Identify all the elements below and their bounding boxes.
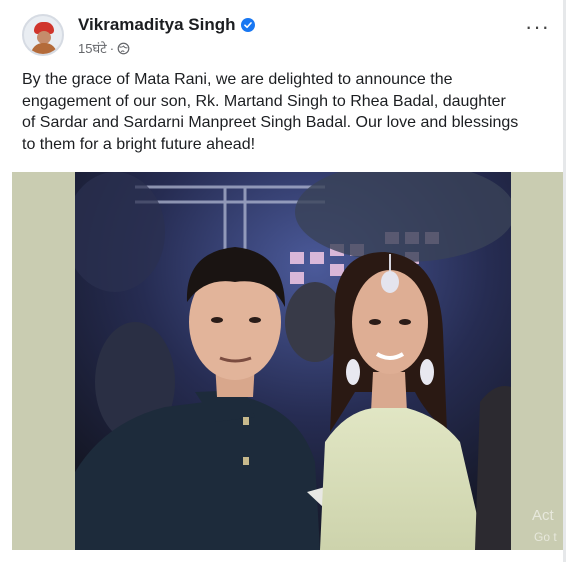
post-header: Vikramaditya Singh 15घंटे · ···	[20, 12, 550, 64]
facebook-post: Vikramaditya Singh 15घंटे · ··· By the g…	[0, 0, 566, 562]
post-photo[interactable]	[75, 172, 511, 550]
more-options-icon[interactable]: ···	[525, 16, 550, 38]
post-meta: 15घंटे ·	[78, 39, 130, 57]
author-avatar[interactable]	[22, 14, 64, 56]
post-time[interactable]: 15घंटे	[78, 39, 107, 57]
watermark-text-1: Act	[532, 507, 554, 524]
meta-separator: ·	[109, 40, 115, 56]
author-row: Vikramaditya Singh	[78, 15, 256, 35]
post-caption: By the grace of Mata Rani, we are deligh…	[22, 71, 519, 153]
verified-badge-icon	[241, 18, 256, 32]
avatar-body	[31, 43, 57, 54]
author-name[interactable]: Vikramaditya Singh	[78, 15, 235, 35]
watermark-text-2: Go t	[534, 530, 557, 544]
globe-icon	[117, 42, 130, 54]
photo-illustration	[75, 172, 511, 550]
